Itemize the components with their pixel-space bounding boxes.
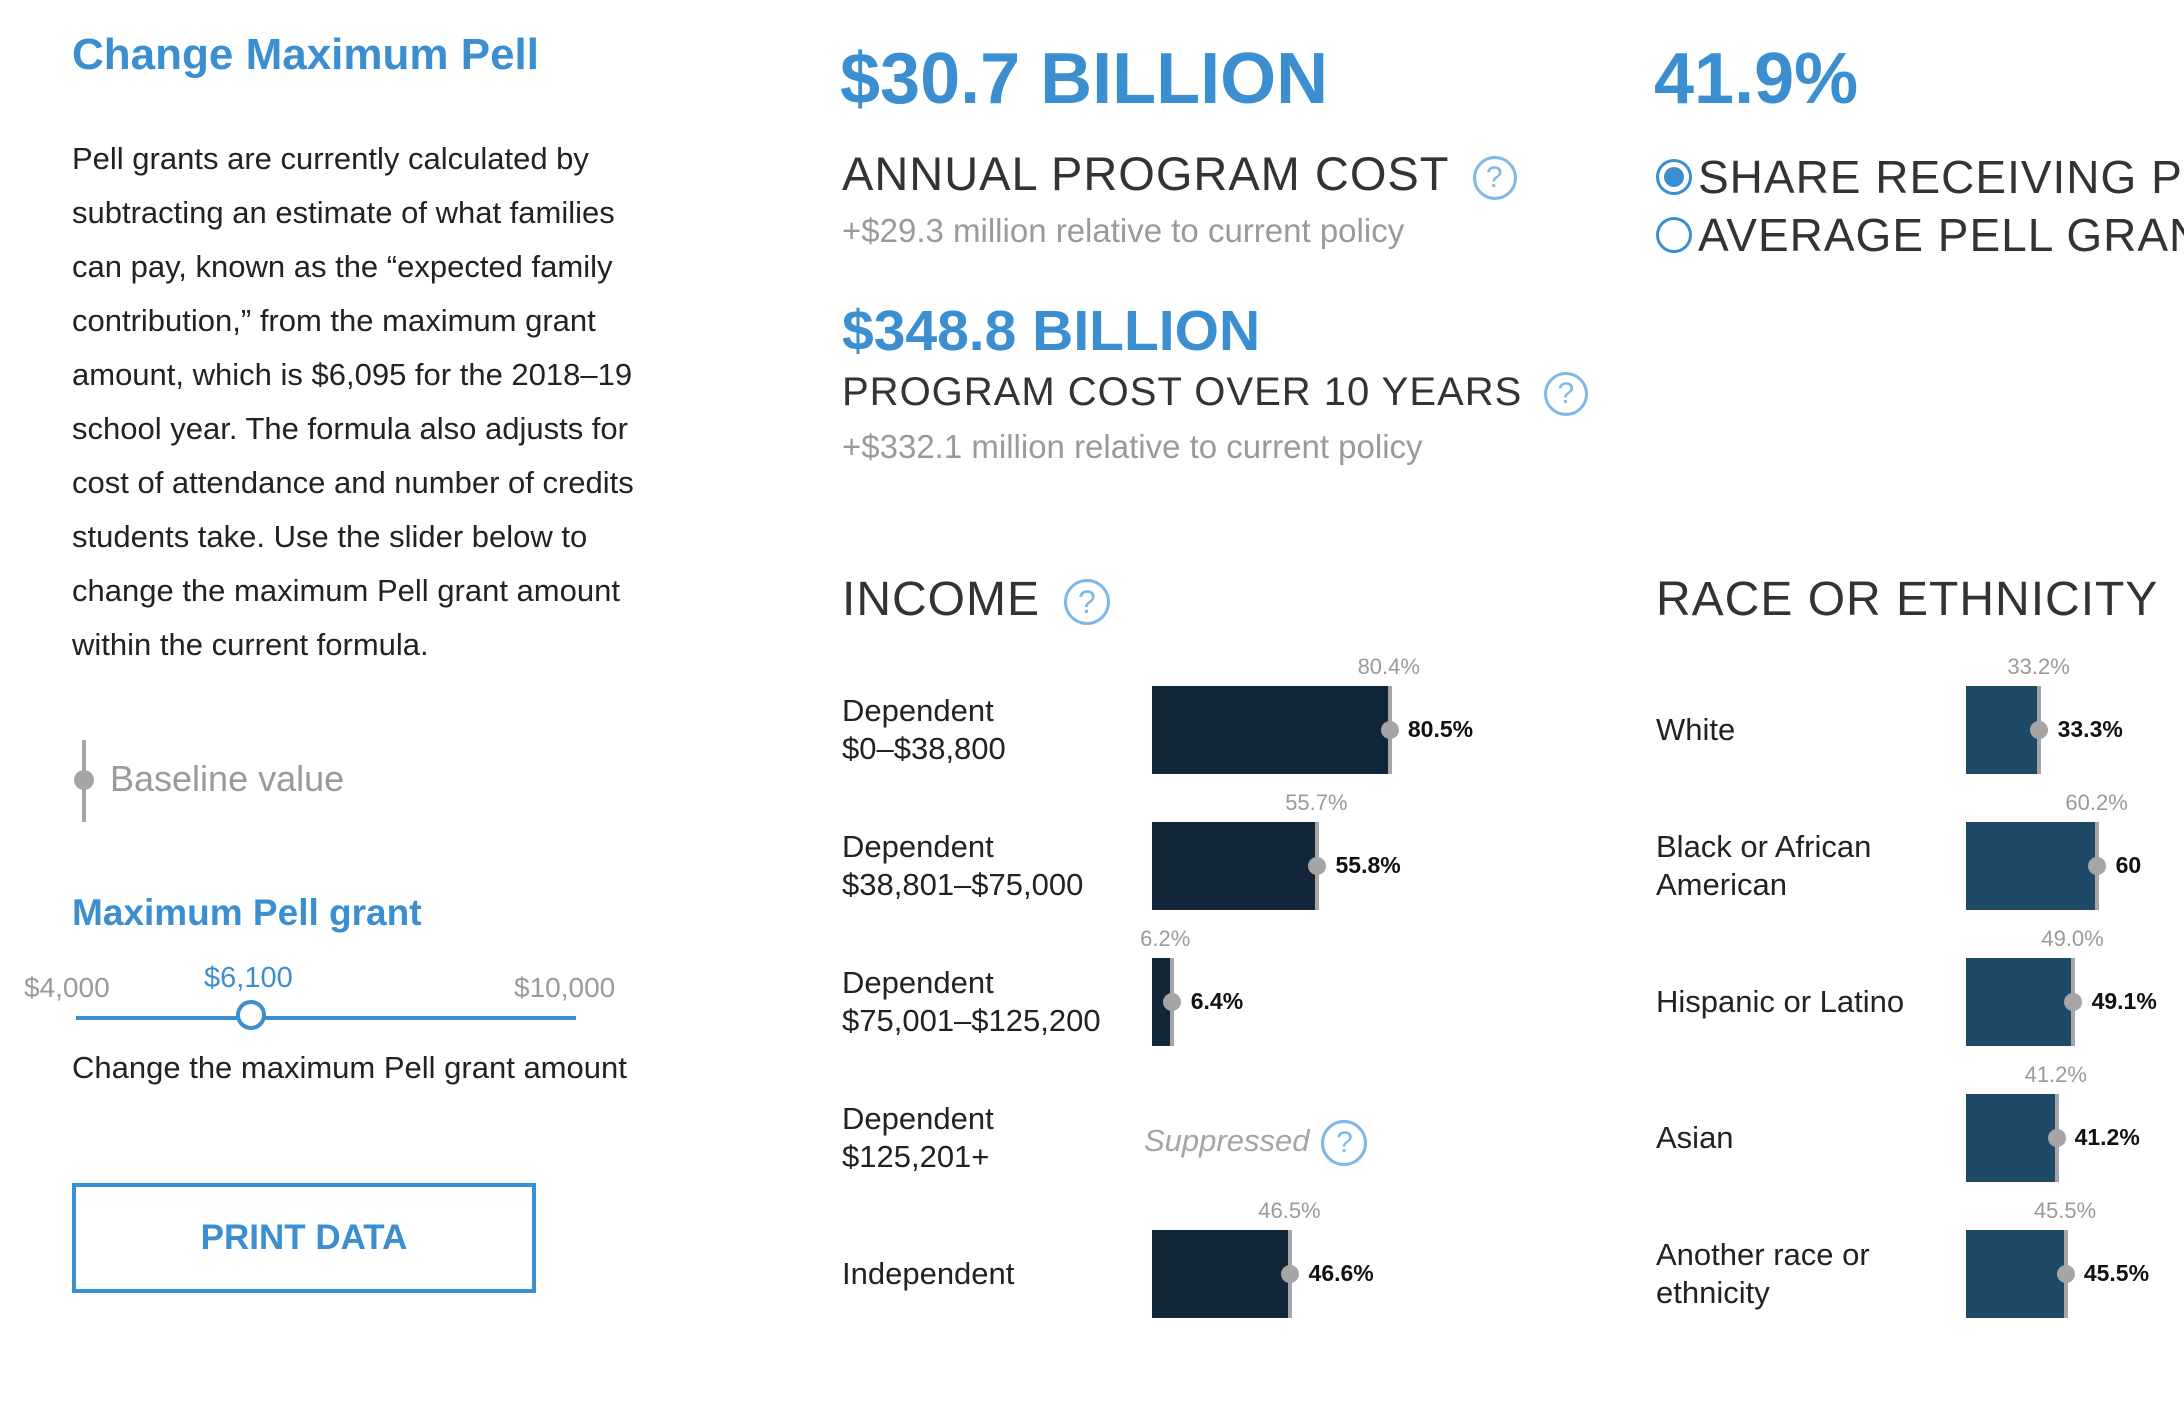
page-title: Change Maximum Pell [72, 30, 540, 79]
baseline-legend-label: Baseline value [110, 758, 345, 799]
bar [1966, 1094, 2055, 1182]
annual-cost-delta: +$29.3 million relative to current polic… [842, 212, 1405, 249]
bar-row-label: Dependent $38,801–$75,000 [842, 829, 1084, 902]
bar-row-label: Another race or ethnicity [1656, 1237, 1870, 1310]
bar-row-label: Dependent $125,201+ [842, 1101, 994, 1174]
bar [1966, 822, 2096, 910]
income-heading: INCOME ? [842, 572, 1111, 627]
annual-cost-value: $30.7 BILLION [840, 39, 1329, 119]
bar-value-label: 49.1% [2091, 988, 2157, 1014]
suppressed-text: Suppressed [1144, 1123, 1310, 1159]
radio-label: AVERAGE PELL GRANT [1698, 209, 2184, 261]
baseline-value-label: 45.5% [2033, 1198, 2097, 1223]
radio-share-receiving[interactable]: SHARE RECEIVING PELL [1656, 148, 2184, 206]
bar-value-label: 6.4% [1190, 988, 1244, 1014]
slider-caption: Change the maximum Pell grant amount [72, 1050, 627, 1085]
ten-year-cost-delta: +$332.1 million relative to current poli… [842, 428, 1423, 465]
baseline-dot [1281, 1265, 1300, 1283]
baseline-dot [2064, 993, 2083, 1011]
annual-cost-heading: ANNUAL PROGRAM COST ? [842, 146, 1517, 201]
baseline-dot [2030, 721, 2049, 739]
bar-row-label: Dependent $75,001–$125,200 [842, 965, 1101, 1038]
baseline-value-label: 46.5% [1258, 1198, 1321, 1223]
bar [1152, 686, 1388, 774]
print-data-button[interactable]: PRINT DATA [72, 1183, 536, 1293]
radio-selected-icon[interactable] [1656, 159, 1692, 195]
radio-label: SHARE RECEIVING PELL [1698, 151, 2184, 203]
ten-year-cost-value: $348.8 BILLION [842, 299, 1261, 363]
baseline-dot [1380, 721, 1399, 739]
description-text: Pell grants are currently calculated by … [72, 141, 634, 662]
race-heading: RACE OR ETHNICITY [1656, 573, 2159, 626]
bar-value-label: 33.3% [2057, 716, 2123, 742]
annual-cost-label: ANNUAL PROGRAM COST [842, 147, 1449, 200]
bar-value-label: 45.5% [2083, 1260, 2150, 1286]
metric-radio-group: SHARE RECEIVING PELL AVERAGE PELL GRANT [1656, 148, 2184, 264]
bar [1966, 958, 2072, 1046]
slider-max-label: $10,000 [514, 972, 616, 1003]
bar [1152, 822, 1316, 910]
bar [1966, 1230, 2064, 1318]
baseline-legend: Baseline value [72, 740, 472, 822]
bar-row-label: Asian [1656, 1120, 1734, 1155]
bar-value-label: 41.2% [2074, 1124, 2140, 1150]
baseline-dot-icon [74, 770, 94, 790]
ten-year-cost-label: PROGRAM COST OVER 10 YEARS [842, 370, 1523, 414]
baseline-dot [2047, 1129, 2066, 1147]
radio-average-grant[interactable]: AVERAGE PELL GRANT [1656, 206, 2184, 264]
baseline-value-label: 80.4% [1357, 654, 1420, 679]
slider-thumb[interactable] [236, 1000, 266, 1030]
slider-current-label: $6,100 [204, 962, 293, 994]
baseline-dot [2088, 857, 2107, 875]
baseline-dot [2056, 1265, 2075, 1283]
bar-value-label: 60 [2115, 852, 2142, 878]
bar-row-label: Black or African American [1656, 829, 1872, 902]
help-icon[interactable]: ? [1064, 579, 1111, 626]
ten-year-cost-heading: PROGRAM COST OVER 10 YEARS ? [842, 370, 1589, 417]
slider-track[interactable] [76, 1016, 576, 1020]
bar-value-label: 80.5% [1407, 716, 1474, 742]
suppressed-label: Suppressed? [1144, 1120, 1368, 1166]
bar [1152, 1230, 1289, 1318]
baseline-value-label: 33.2% [2007, 654, 2070, 679]
help-icon[interactable]: ? [1321, 1120, 1368, 1166]
help-icon[interactable]: ? [1544, 372, 1589, 417]
bar-row-label: Dependent $0–$38,800 [842, 693, 1006, 766]
bar-value-label: 55.8% [1335, 852, 1401, 878]
baseline-dot [1163, 993, 1182, 1011]
baseline-value-label: 49.0% [2041, 926, 2104, 951]
bar-row-label: Independent [842, 1256, 1015, 1291]
help-icon[interactable]: ? [1472, 155, 1517, 200]
bar-row-label: Hispanic or Latino [1656, 984, 1905, 1019]
slider-min-label: $4,000 [24, 972, 110, 1003]
max-pell-title: Maximum Pell grant [72, 892, 422, 933]
baseline-value-label: 41.2% [2024, 1062, 2087, 1087]
bar-row-label: White [1656, 712, 1736, 747]
baseline-value-label: 60.2% [2065, 790, 2128, 815]
radio-unselected-icon[interactable] [1656, 217, 1692, 253]
bar [1966, 686, 2038, 774]
baseline-dot [1308, 857, 1327, 875]
bar-value-label: 46.6% [1308, 1260, 1374, 1286]
baseline-value-label: 55.7% [1285, 790, 1348, 815]
baseline-value-label: 6.2% [1140, 926, 1191, 951]
income-title: INCOME [842, 573, 1040, 626]
share-receiving-value: 41.9% [1654, 39, 1859, 119]
